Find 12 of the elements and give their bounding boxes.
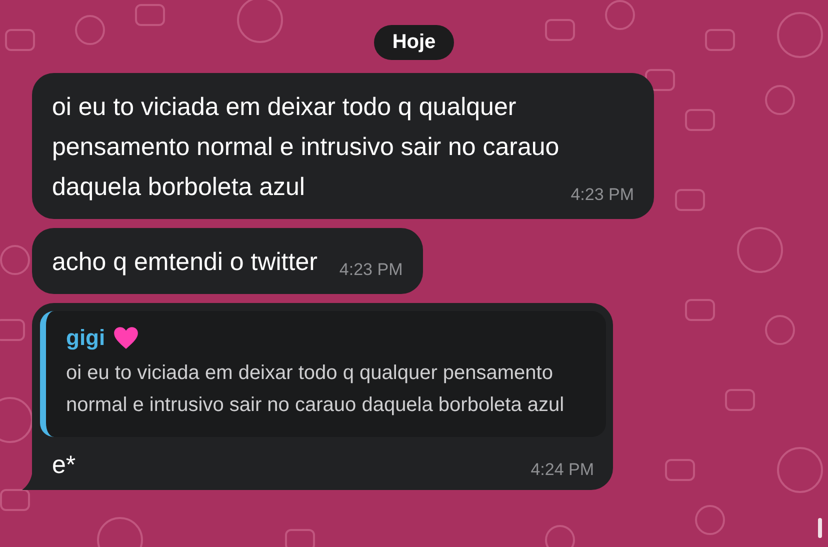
timestamp: 4:23 PM [339,259,403,281]
message-text: acho q emtendi o twitter [52,248,318,276]
heart-icon [113,326,140,350]
message-text: oi eu to viciada em deixar todo q qualquer pensamento normal e intrusivo sair no carauo daquela borboleta azul [52,93,560,201]
quote-author: gigi [66,325,106,351]
quote-text: oi eu to viciada em deixar todo q qualquer pensamento normal e intrusivo sair no carauo daquela borboleta azul [66,361,566,418]
quoted-message[interactable]: gigi oi eu to viciada em deixar todo q qualquer pensamento normal e intrusivo sair no carauo daquela borboleta azul [40,311,606,437]
timestamp: 4:24 PM [530,460,594,480]
scrollbar [818,518,822,538]
date-chip: Hoje [374,25,454,60]
timestamp: 4:23 PM [570,184,634,206]
message-text: e* [52,451,76,480]
